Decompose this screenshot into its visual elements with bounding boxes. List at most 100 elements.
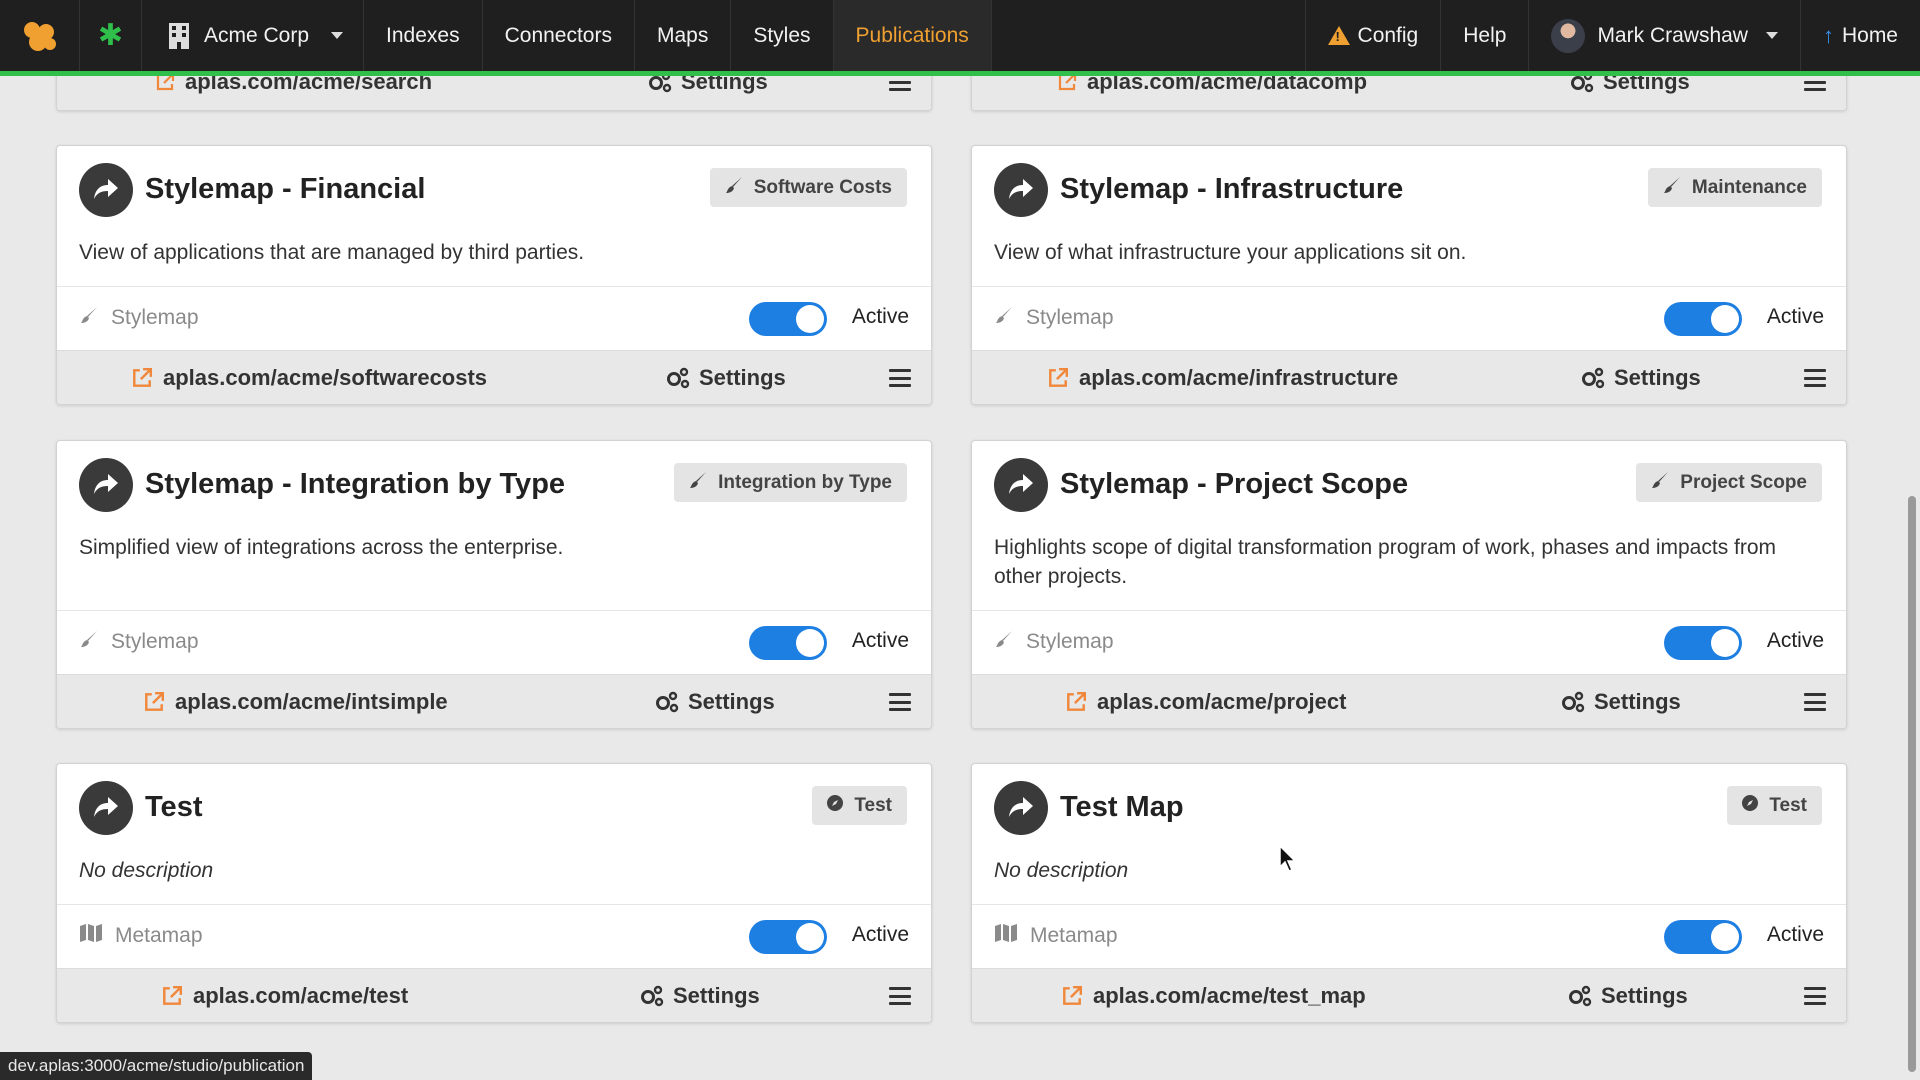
card-description: View of what infrastructure your applica… <box>994 241 1467 264</box>
type-label: Stylemap <box>994 305 1114 331</box>
nav-config[interactable]: Config <box>1304 0 1441 71</box>
share-icon[interactable] <box>994 163 1048 217</box>
type-label: Stylemap <box>79 629 199 655</box>
style-tag[interactable]: Integration by Type <box>674 463 907 502</box>
active-toggle[interactable] <box>749 626 827 660</box>
nav-right: Config Help Mark Crawshaw ↑Home <box>1304 0 1920 71</box>
org-selector[interactable]: Acme Corp <box>142 0 365 71</box>
card-type-row: Stylemap Active <box>57 286 931 350</box>
menu-icon[interactable] <box>1804 369 1826 387</box>
share-icon[interactable] <box>79 458 133 512</box>
nav-maps[interactable]: Maps <box>635 0 732 71</box>
card-type-row: Stylemap Active <box>972 286 1846 350</box>
menu-icon[interactable] <box>1804 987 1826 1005</box>
status-label: Active <box>851 923 909 946</box>
menu-icon[interactable] <box>889 693 911 711</box>
gears-icon <box>667 367 690 389</box>
publication-link[interactable]: aplas.com/acme/softwarecosts <box>131 365 487 391</box>
type-label: Stylemap <box>79 305 199 331</box>
publication-link[interactable]: aplas.com/acme/test_map <box>1061 983 1366 1009</box>
asterisk-icon[interactable]: ✱ <box>80 0 142 71</box>
settings-button[interactable]: Settings <box>665 365 786 391</box>
card-title: Test <box>145 791 203 823</box>
external-link-icon <box>1067 691 1087 711</box>
active-toggle[interactable] <box>749 920 827 954</box>
gears-icon <box>1582 367 1605 389</box>
share-icon[interactable] <box>994 458 1048 512</box>
publication-link[interactable]: aplas.com/acme/infrastructure <box>1047 365 1398 391</box>
active-toggle[interactable] <box>1664 302 1742 336</box>
gears-icon <box>641 985 664 1007</box>
settings-button[interactable]: Settings <box>1567 983 1688 1009</box>
top-nav: ✱ Acme Corp Indexes Connectors Maps Styl… <box>0 0 1920 76</box>
nav-help[interactable]: Help <box>1440 0 1528 71</box>
card-header: Stylemap - Financial Software Costs <box>57 146 931 230</box>
publication-card: Stylemap - Integration by Type Integrati… <box>56 440 932 729</box>
menu-icon[interactable] <box>889 369 911 387</box>
building-icon <box>169 22 189 49</box>
nav-indexes[interactable]: Indexes <box>364 0 483 71</box>
style-tag[interactable]: Software Costs <box>709 168 907 207</box>
card-description: No description <box>994 859 1129 882</box>
card-description: View of applications that are managed by… <box>79 241 585 264</box>
nav-home[interactable]: ↑ Home <box>1799 0 1920 71</box>
publication-link[interactable]: aplas.com/acme/project <box>1065 689 1346 715</box>
brush-icon <box>994 305 1014 331</box>
nav-connectors[interactable]: Connectors <box>483 0 635 71</box>
card-type-row: Stylemap Active <box>57 610 931 674</box>
publication-card: Stylemap - Infrastructure Maintenance Vi… <box>971 145 1847 405</box>
status-label: Active <box>1766 629 1824 652</box>
nav-styles[interactable]: Styles <box>731 0 834 71</box>
active-toggle[interactable] <box>749 302 827 336</box>
card-header: Stylemap - Project Scope Project Scope <box>972 441 1846 525</box>
org-name: Acme Corp <box>204 23 310 47</box>
scrollbar[interactable] <box>1908 496 1916 1072</box>
user-menu[interactable]: Mark Crawshaw <box>1528 0 1800 71</box>
style-tag[interactable]: Project Scope <box>1636 463 1822 502</box>
publication-card: Stylemap - Financial Software Costs View… <box>56 145 932 405</box>
style-tag[interactable]: Test <box>812 786 907 825</box>
active-toggle[interactable] <box>1664 626 1742 660</box>
settings-button[interactable]: Settings <box>639 983 760 1009</box>
menu-icon[interactable] <box>889 987 911 1005</box>
settings-button[interactable]: Settings <box>1560 689 1681 715</box>
card-footer: aplas.com/acme/infrastructure Settings <box>972 350 1846 404</box>
card-title: Stylemap - Financial <box>145 173 426 205</box>
external-link-icon <box>133 367 153 387</box>
card-header: Stylemap - Integration by Type Integrati… <box>57 441 931 525</box>
card-header: Test Map Test <box>972 764 1846 848</box>
share-icon[interactable] <box>79 163 133 217</box>
brush-icon <box>994 629 1014 655</box>
external-link-icon <box>163 985 183 1005</box>
publication-card: Test Test No description Metamap Active … <box>56 763 932 1023</box>
publication-link[interactable]: aplas.com/acme/test <box>161 983 408 1009</box>
card-type-row: Metamap Active <box>972 904 1846 968</box>
share-icon[interactable] <box>994 781 1048 835</box>
avatar <box>1551 18 1586 53</box>
style-tag[interactable]: Test <box>1727 786 1822 825</box>
card-type-row: Stylemap Active <box>972 610 1846 674</box>
card-footer: aplas.com/acme/test_map Settings <box>972 968 1846 1022</box>
brush-icon <box>79 305 99 331</box>
gears-icon <box>1562 691 1585 713</box>
settings-button[interactable]: Settings <box>1580 365 1701 391</box>
settings-button[interactable]: Settings <box>654 689 775 715</box>
menu-icon[interactable] <box>1804 693 1826 711</box>
map-icon <box>79 923 103 949</box>
card-type-row: Metamap Active <box>57 904 931 968</box>
app-logo[interactable] <box>0 0 80 71</box>
external-link-icon <box>145 691 165 711</box>
active-toggle[interactable] <box>1664 920 1742 954</box>
compass-icon <box>1741 794 1759 818</box>
publication-card: Test Map Test No description Metamap Act… <box>971 763 1847 1023</box>
external-link-icon <box>1063 985 1083 1005</box>
share-icon[interactable] <box>79 781 133 835</box>
style-tag[interactable]: Maintenance <box>1647 168 1822 207</box>
status-label: Active <box>1766 305 1824 328</box>
card-description: Simplified view of integrations across t… <box>79 536 564 559</box>
card-title: Test Map <box>1060 791 1184 823</box>
gears-icon <box>1569 985 1592 1007</box>
nav-publications[interactable]: Publications <box>833 0 992 71</box>
publication-link[interactable]: aplas.com/acme/intsimple <box>143 689 448 715</box>
brush-icon <box>1662 175 1682 201</box>
